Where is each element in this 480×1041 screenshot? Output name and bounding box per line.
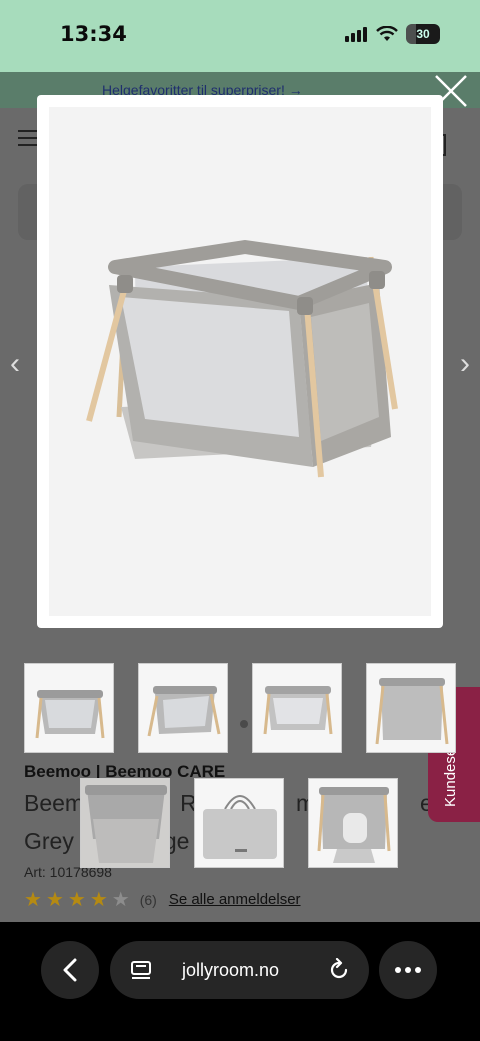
- chevron-left-icon: [63, 958, 77, 982]
- thumbnail-6[interactable]: [194, 778, 284, 868]
- url-text[interactable]: jollyroom.no: [182, 960, 279, 981]
- thumbnail-1[interactable]: [24, 663, 114, 753]
- wifi-icon: [376, 26, 398, 41]
- status-bar: 13:34 30: [0, 0, 480, 72]
- battery-level: 30: [416, 27, 430, 41]
- browser-toolbar: jollyroom.no: [0, 922, 480, 1041]
- gallery-next-icon[interactable]: ›: [460, 347, 470, 381]
- image-lightbox: [37, 95, 443, 628]
- address-bar[interactable]: jollyroom.no: [110, 941, 369, 999]
- page-settings-icon[interactable]: [130, 960, 152, 982]
- more-button[interactable]: [379, 941, 437, 999]
- thumbnail-3[interactable]: [252, 663, 342, 753]
- star-empty-icon: ★: [111, 889, 130, 911]
- status-icons: 30: [344, 24, 440, 44]
- thumbnail-5[interactable]: [80, 778, 170, 868]
- status-time: 13:34: [60, 22, 127, 46]
- close-icon[interactable]: [434, 74, 468, 108]
- star-icon: ★: [24, 889, 42, 911]
- star-icon: ★: [67, 889, 86, 911]
- gallery-prev-icon[interactable]: ‹: [10, 347, 20, 381]
- thumbnail-2[interactable]: [138, 663, 228, 753]
- product-image: [49, 107, 431, 616]
- thumbnail-7[interactable]: [308, 778, 398, 868]
- star-icon: ★: [89, 889, 108, 911]
- thumbnail-4[interactable]: [366, 663, 456, 753]
- star-icon: ★: [45, 889, 64, 911]
- battery-icon: 30: [406, 24, 440, 44]
- rating-row: ★ ★ ★ ★ ★ (6) Se alle anmeldelser: [24, 887, 301, 912]
- more-icon: [395, 967, 421, 973]
- rating-count: (6): [139, 891, 157, 908]
- reviews-link[interactable]: Se alle anmeldelser: [169, 891, 301, 908]
- gallery-dots: [240, 720, 248, 728]
- back-button[interactable]: [41, 941, 99, 999]
- reload-icon[interactable]: [327, 958, 351, 982]
- signal-icon: [345, 27, 367, 42]
